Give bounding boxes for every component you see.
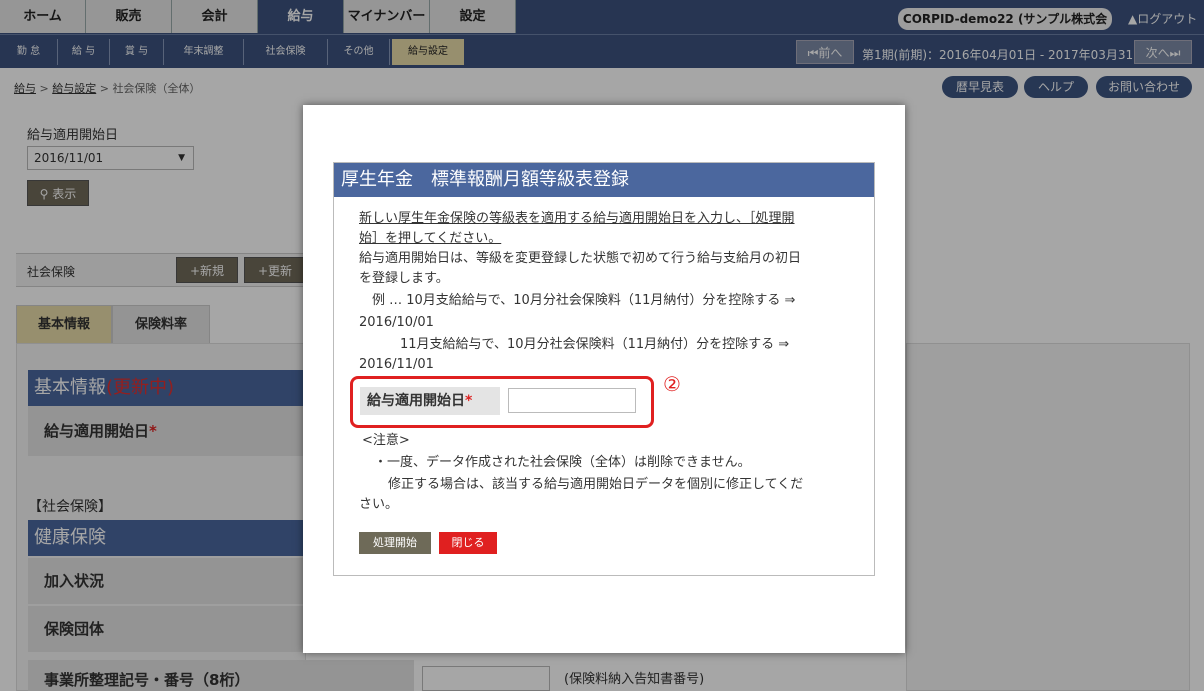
close-button[interactable]: 閉じる [439,532,497,554]
dialog-title: 厚生年金 標準報酬月額等級表登録 [334,163,874,197]
note-line-2: 修正する場合は、該当する給与適用開始日データを個別に修正してくだ [388,477,804,492]
intro-line-1: 新しい厚生年金保険の等級表を適用する給与適用開始日を入力し、［処理開 [359,211,795,226]
example-line-2: 2016/10/01 [359,315,434,330]
note-line-1: ・一度、データ作成された社会保険（全体）は削除できません。 [374,455,751,470]
note-line-3: さい。 [359,497,399,512]
highlight-box [350,376,654,428]
start-process-button[interactable]: 処理開始 [359,532,431,554]
desc-line-1: 給与適用開始日は、等級を変更登録した状態で初めて行う給与支給月の初日 [359,251,802,266]
intro-line-2: 始］を押してください。 [359,231,502,246]
example-line-1: 例 … 10月支給給与で、10月分社会保険料（11月納付）分を控除する ⇒ [372,293,796,308]
example-line-3: 11月支給給与で、10月分社会保険料（11月納付）分を控除する ⇒ [400,337,790,352]
note-title: <注意> [362,433,410,448]
example-line-4: 2016/11/01 [359,357,434,372]
registration-dialog: 厚生年金 標準報酬月額等級表登録 新しい厚生年金保険の等級表を適用する給与適用開… [333,162,875,576]
desc-line-2: を登録します。 [359,271,449,286]
annotation-number: ② [663,372,681,396]
